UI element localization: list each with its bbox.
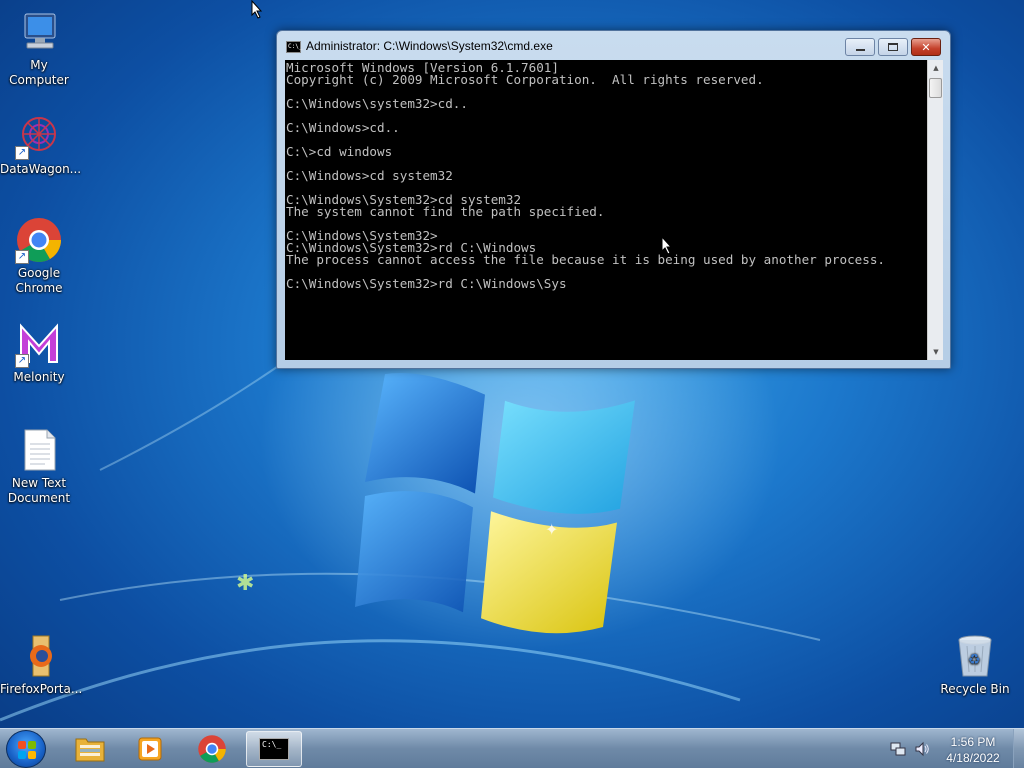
recycle-bin-icon: ♻ (951, 632, 999, 680)
minimize-icon (855, 49, 865, 51)
taskbar-item-chrome[interactable] (184, 731, 240, 767)
desktop-icon-label: Melonity (13, 370, 65, 384)
system-clock[interactable]: 1:56 PM 4/18/2022 (932, 734, 1014, 766)
chrome-icon (198, 735, 226, 763)
folder-icon (75, 738, 105, 762)
computer-icon (15, 8, 63, 56)
datawagon-icon: ↗ (15, 112, 63, 160)
scroll-up-icon[interactable]: ▲ (928, 60, 944, 76)
chrome-icon: ↗ (15, 216, 63, 264)
desktop-icon-label: Google Chrome (15, 266, 63, 295)
desktop-icon-datawagon[interactable]: ↗ DataWagon... (0, 112, 82, 177)
svg-text:♻: ♻ (968, 652, 981, 668)
show-desktop-button[interactable] (1013, 729, 1024, 768)
windows-logo-icon (18, 741, 36, 759)
svg-text:✦: ✦ (545, 520, 558, 539)
console-line: C:\Windows\system32>cd.. (286, 96, 468, 111)
desktop-icon-google-chrome[interactable]: ↗ Google Chrome (0, 216, 78, 296)
desktop-icon-my-computer[interactable]: My Computer (0, 8, 78, 88)
text-document-icon (15, 426, 63, 474)
start-button[interactable] (6, 730, 46, 768)
console-line: The system cannot find the path specifie… (286, 204, 605, 219)
console-output[interactable]: Microsoft Windows [Version 6.1.7601] Copy… (285, 60, 927, 360)
shortcut-arrow-icon: ↗ (15, 354, 29, 368)
desktop-icon-label: New Text Document (7, 476, 71, 505)
desktop-icon-label: Recycle Bin (940, 682, 1010, 696)
window-title: Administrator: C:\Windows\System32\cmd.e… (306, 39, 553, 53)
firefox-portable-icon (15, 632, 63, 680)
console-line: Copyright (c) 2009 Microsoft Corporation… (286, 72, 764, 87)
desktop-icon-new-text-document[interactable]: New Text Document (0, 426, 78, 506)
console-line: C:\Windows>cd.. (286, 120, 400, 135)
scroll-down-icon[interactable]: ▼ (928, 344, 944, 360)
melonity-icon: ↗ (15, 320, 63, 368)
desktop-icon-firefox-portable[interactable]: FirefoxPorta... (0, 632, 83, 697)
console-line: C:\>cd windows (286, 144, 393, 159)
taskbar: C:\_ 1:56 PM 4/18/2022 (0, 728, 1024, 768)
close-icon: ✕ (921, 40, 931, 54)
window-titlebar[interactable]: C:\_ Administrator: C:\Windows\System32\… (277, 31, 950, 60)
desktop-icon-label: My Computer (9, 58, 69, 87)
console-line: C:\Windows>cd system32 (286, 168, 453, 183)
close-button[interactable]: ✕ (911, 38, 941, 56)
network-icon[interactable] (890, 741, 906, 757)
svg-text:✱: ✱ (236, 571, 254, 596)
desktop-icon-melonity[interactable]: ↗ Melonity (0, 320, 78, 385)
clock-date: 4/18/2022 (946, 751, 1000, 765)
maximize-button[interactable] (878, 38, 908, 56)
desktop-icon-label: FirefoxPorta... (0, 682, 83, 696)
shortcut-arrow-icon: ↗ (15, 146, 29, 160)
mouse-cursor-icon (661, 236, 673, 255)
taskbar-item-command-prompt[interactable]: C:\_ (246, 731, 302, 767)
command-prompt-icon: C:\_ (259, 738, 289, 760)
taskbar-item-explorer[interactable] (62, 731, 118, 767)
cmd-window-icon[interactable]: C:\_ (286, 41, 302, 53)
vertical-scrollbar[interactable]: ▲ ▼ (927, 60, 943, 360)
clock-time: 1:56 PM (950, 735, 996, 749)
scroll-thumb[interactable] (929, 78, 942, 98)
console-line: C:\Windows\System32>rd C:\Windows\Sys (286, 276, 567, 291)
maximize-icon (888, 43, 898, 51)
volume-icon[interactable] (914, 741, 930, 757)
console-line: The process cannot access the file becau… (286, 252, 885, 267)
cmd-window[interactable]: C:\_ Administrator: C:\Windows\System32\… (276, 30, 951, 369)
desktop-icon-label: DataWagon... (0, 162, 82, 176)
taskbar-item-media-player[interactable] (122, 731, 178, 767)
desktop-icon-recycle-bin[interactable]: ♻ Recycle Bin (936, 632, 1014, 697)
media-player-icon (138, 737, 162, 761)
shortcut-arrow-icon: ↗ (15, 250, 29, 264)
mouse-cursor-icon (251, 0, 263, 19)
minimize-button[interactable] (845, 38, 875, 56)
